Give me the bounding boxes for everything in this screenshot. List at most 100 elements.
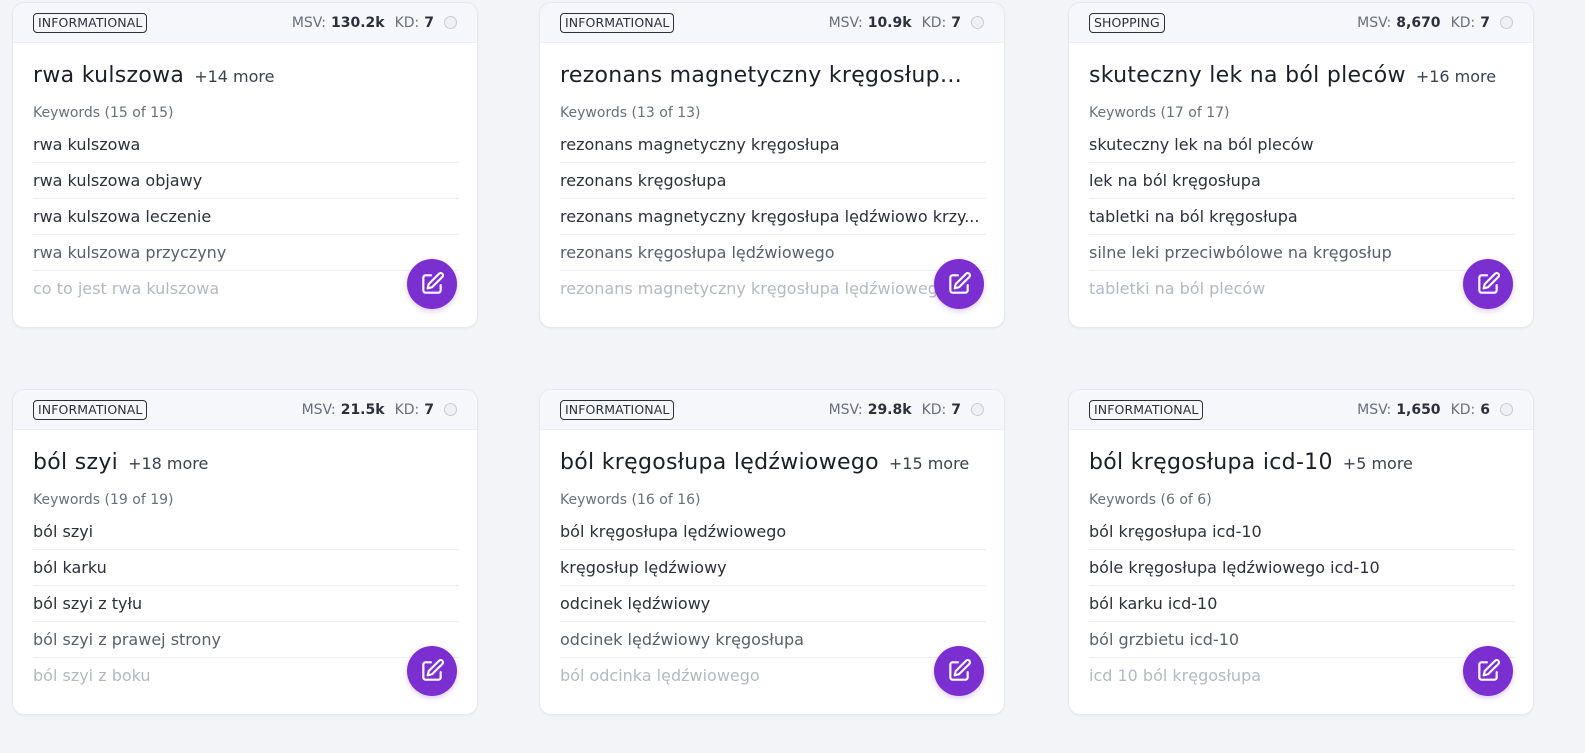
select-checkbox[interactable]: [971, 16, 984, 29]
card-metrics: MSV: 10.9k KD: 7: [829, 15, 984, 31]
msv-label: MSV:: [828, 14, 863, 31]
keyword-list: ból szyi ból karku ból szyi z tyłu ból s…: [33, 514, 459, 693]
cluster-title[interactable]: ból szyi: [33, 450, 118, 475]
keyword-item: ból grzbietu icd-10: [1089, 622, 1515, 658]
kd-label: KD:: [394, 14, 420, 31]
keyword-item: rezonans kręgosłupa: [560, 163, 986, 199]
keyword-item: rezonans kręgosłupa lędźwiowego: [560, 235, 986, 271]
kd-value: 6: [1480, 401, 1490, 418]
keyword-cluster-card: INFORMATIONAL MSV: 29.8k KD: 7 ból kręgo…: [539, 389, 1005, 715]
select-checkbox[interactable]: [971, 403, 984, 416]
title-row: rezonans magnetyczny kręgosłupa...: [560, 63, 984, 97]
keyword-cluster-card: SHOPPING MSV: 8,670 KD: 7 skuteczny lek …: [1068, 2, 1534, 328]
cluster-title[interactable]: rezonans magnetyczny kręgosłupa...: [560, 63, 974, 88]
edit-button[interactable]: [934, 259, 984, 309]
more-count: +15 more: [888, 454, 970, 473]
select-checkbox[interactable]: [444, 16, 457, 29]
kd-value: 7: [951, 14, 961, 31]
title-row: ból kręgosłupa lędźwiowego +15 more: [560, 450, 984, 484]
intent-badge: INFORMATIONAL: [33, 399, 148, 420]
card-metrics: MSV: 1,650 KD: 6: [1357, 402, 1513, 418]
edit-button[interactable]: [934, 646, 984, 696]
msv-label: MSV:: [301, 401, 336, 418]
keyword-item: ból szyi z prawej strony: [33, 622, 459, 658]
keywords-heading: Keywords (19 of 19): [33, 492, 174, 508]
msv-value: 130.2k: [330, 14, 385, 31]
keyword-item: ból karku: [33, 550, 459, 586]
kd-value: 7: [424, 401, 434, 418]
more-count: +14 more: [194, 67, 275, 86]
keywords-heading: Keywords (17 of 17): [1089, 105, 1230, 121]
card-header: INFORMATIONAL MSV: 10.9k KD: 7: [540, 3, 1004, 43]
kd-label: KD:: [921, 401, 947, 418]
card-header: SHOPPING MSV: 8,670 KD: 7: [1069, 3, 1533, 43]
edit-button[interactable]: [407, 646, 457, 696]
title-row: skuteczny lek na ból pleców +16 more: [1089, 63, 1513, 97]
keyword-cluster-card: INFORMATIONAL MSV: 130.2k KD: 7 rwa kuls…: [12, 2, 478, 328]
keyword-list: rwa kulszowa rwa kulszowa objawy rwa kul…: [33, 127, 459, 306]
keyword-item: odcinek lędźwiowy: [560, 586, 986, 622]
keyword-item: ból odcinka lędźwiowego: [560, 666, 760, 685]
edit-button[interactable]: [1463, 259, 1513, 309]
keyword-item: icd 10 ból kręgosłupa: [1089, 666, 1262, 685]
edit-pencil-icon: [1478, 272, 1500, 294]
keyword-item: rwa kulszowa leczenie: [33, 199, 459, 235]
keyword-item: tabletki na ból kręgosłupa: [1089, 199, 1515, 235]
msv-value: 21.5k: [340, 401, 385, 418]
msv-label: MSV:: [1357, 14, 1392, 31]
keyword-item: silne leki przeciwbólowe na kręgosłup: [1089, 235, 1515, 271]
kd-label: KD:: [921, 14, 947, 31]
edit-button[interactable]: [1463, 646, 1513, 696]
card-body: ból szyi +18 more Keywords (19 of 19) bó…: [13, 430, 477, 693]
card-body: ból kręgosłupa icd-10 +5 more Keywords (…: [1069, 430, 1533, 693]
intent-badge: INFORMATIONAL: [33, 12, 148, 33]
msv-value: 1,650: [1396, 401, 1441, 418]
keyword-item: ból szyi z tyłu: [33, 586, 459, 622]
intent-badge: SHOPPING: [1089, 12, 1165, 33]
keyword-cluster-card: INFORMATIONAL MSV: 10.9k KD: 7 rezonans …: [539, 2, 1005, 328]
keyword-item: ból kręgosłupa icd-10: [1089, 514, 1515, 550]
msv-label: MSV:: [828, 401, 863, 418]
keyword-item: rezonans magnetyczny kręgosłupa lędźwiow…: [560, 279, 948, 298]
card-metrics: MSV: 21.5k KD: 7: [302, 402, 457, 418]
keyword-item: tabletki na ból pleców: [1089, 279, 1266, 298]
cluster-title[interactable]: ból kręgosłupa lędźwiowego: [560, 450, 879, 475]
keyword-item: co to jest rwa kulszowa: [33, 279, 220, 298]
title-row: ból szyi +18 more: [33, 450, 457, 484]
cluster-title[interactable]: skuteczny lek na ból pleców: [1089, 63, 1406, 88]
edit-button[interactable]: [407, 259, 457, 309]
card-body: rwa kulszowa +14 more Keywords (15 of 15…: [13, 43, 477, 306]
keyword-item: rezonans magnetyczny kręgosłupa lędźwiow…: [560, 199, 986, 235]
keywords-heading: Keywords (16 of 16): [560, 492, 701, 508]
keyword-item: ból szyi z boku: [33, 666, 151, 685]
select-checkbox[interactable]: [444, 403, 457, 416]
keywords-heading: Keywords (6 of 6): [1089, 492, 1212, 508]
keyword-list: skuteczny lek na ból pleców lek na ból k…: [1089, 127, 1515, 306]
edit-pencil-icon: [949, 272, 971, 294]
card-header: INFORMATIONAL MSV: 21.5k KD: 7: [13, 390, 477, 430]
cluster-title[interactable]: ból kręgosłupa icd-10: [1089, 450, 1333, 475]
keyword-cluster-card: INFORMATIONAL MSV: 1,650 KD: 6 ból kręgo…: [1068, 389, 1534, 715]
kd-label: KD:: [394, 401, 420, 418]
keyword-item: rwa kulszowa przyczyny: [33, 235, 459, 271]
keyword-item: bóle kręgosłupa lędźwiowego icd-10: [1089, 550, 1515, 586]
keyword-item: rwa kulszowa: [33, 127, 459, 163]
select-checkbox[interactable]: [1500, 16, 1513, 29]
card-header: INFORMATIONAL MSV: 130.2k KD: 7: [13, 3, 477, 43]
select-checkbox[interactable]: [1500, 403, 1513, 416]
more-count: +18 more: [128, 454, 209, 473]
msv-label: MSV:: [291, 14, 326, 31]
intent-badge: INFORMATIONAL: [1089, 399, 1204, 420]
edit-pencil-icon: [422, 659, 444, 681]
edit-pencil-icon: [1478, 659, 1500, 681]
kd-label: KD:: [1450, 401, 1476, 418]
keyword-item: rwa kulszowa objawy: [33, 163, 459, 199]
keyword-item: ból karku icd-10: [1089, 586, 1515, 622]
msv-label: MSV:: [1357, 401, 1392, 418]
keywords-heading: Keywords (13 of 13): [560, 105, 701, 121]
keyword-item: odcinek lędźwiowy kręgosłupa: [560, 622, 986, 658]
keyword-item: skuteczny lek na ból pleców: [1089, 127, 1515, 163]
cluster-title[interactable]: rwa kulszowa: [33, 63, 184, 88]
keyword-item: ból szyi: [33, 514, 459, 550]
more-count: +16 more: [1415, 67, 1497, 86]
